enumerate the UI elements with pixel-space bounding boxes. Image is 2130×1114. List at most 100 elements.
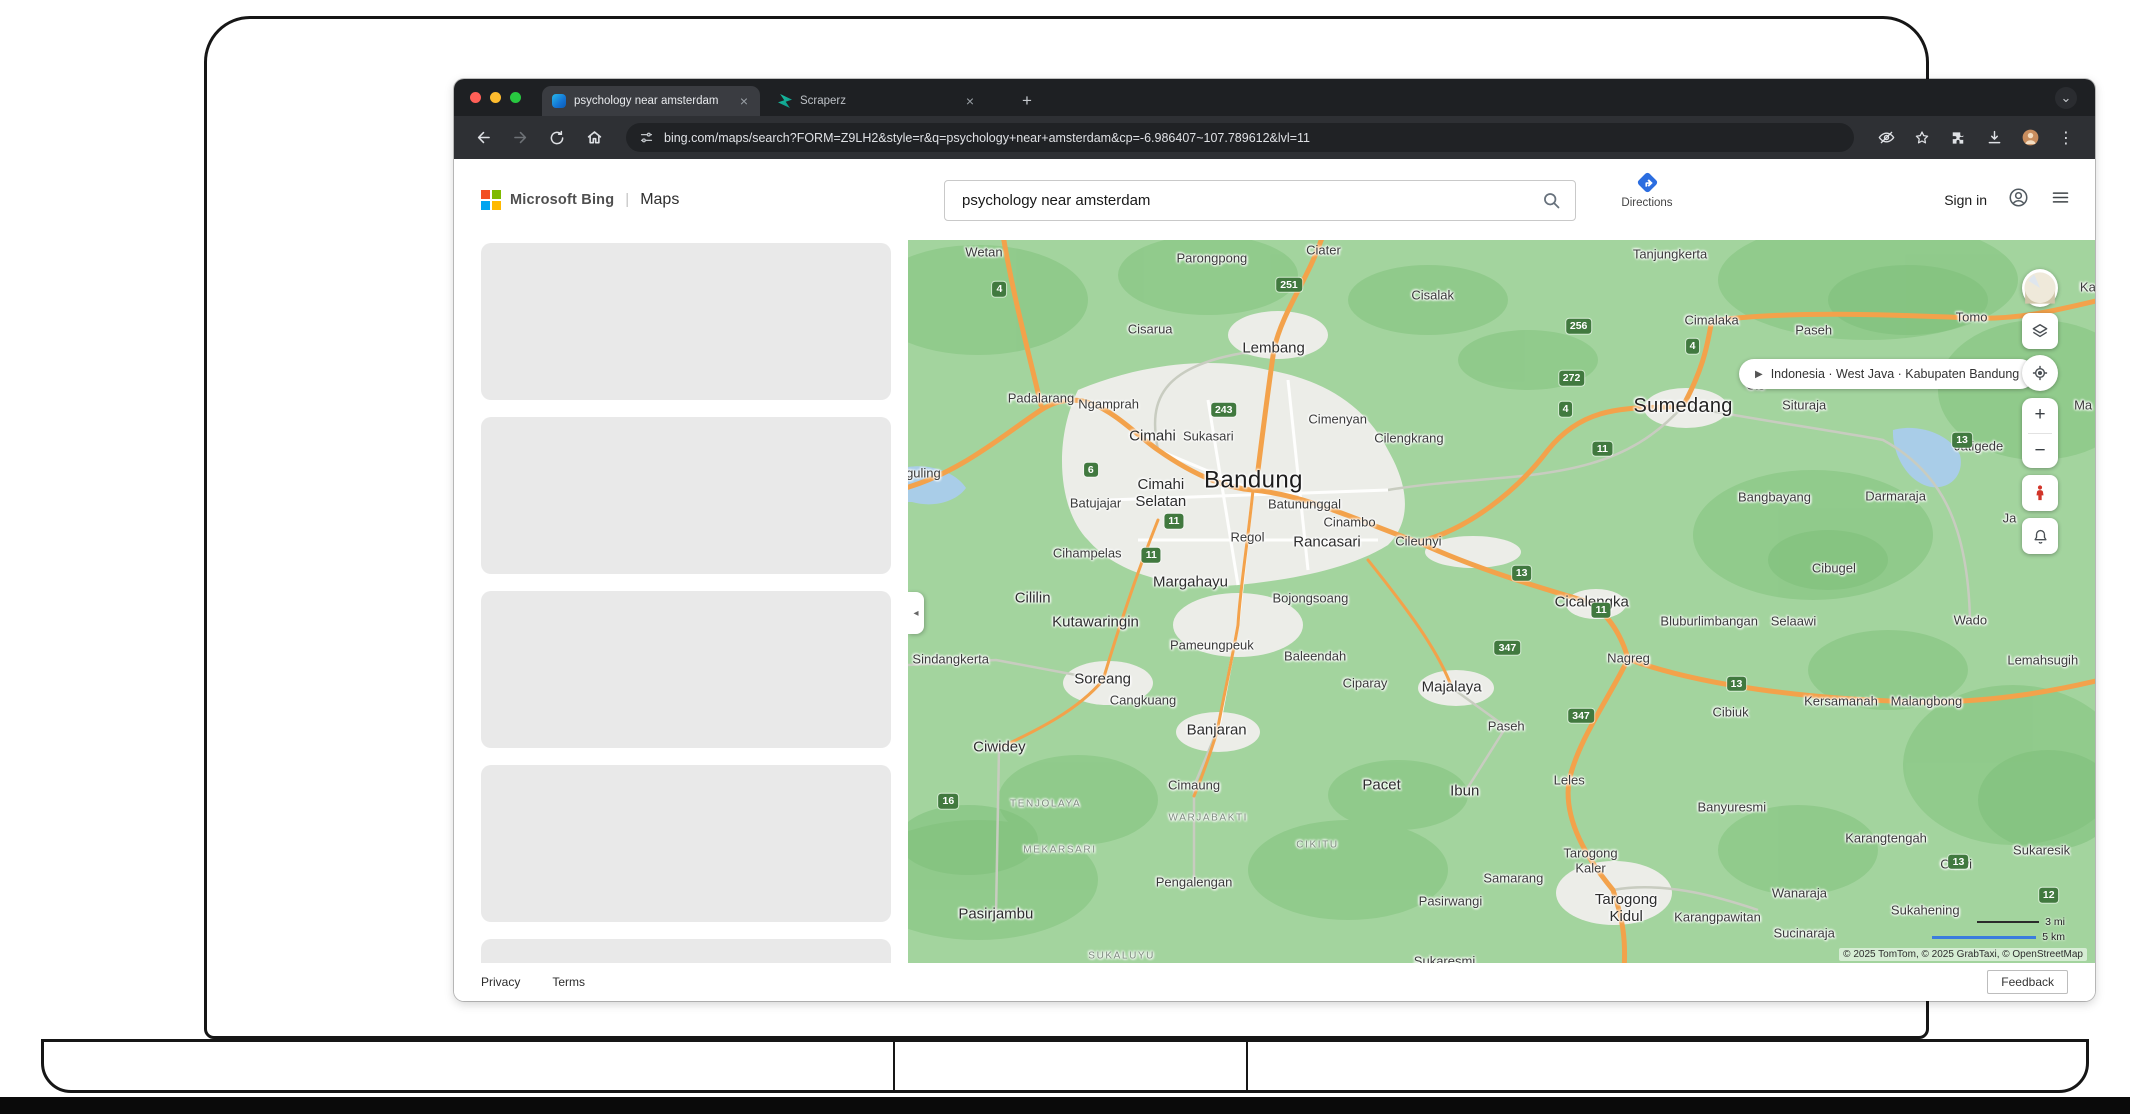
privacy-eye-icon[interactable] [1871,123,1901,153]
map-search-input[interactable] [945,192,1541,209]
back-button[interactable] [468,123,498,153]
map-label: Pasirjambu [958,907,1033,924]
profile-avatar[interactable] [2015,123,2045,153]
map-label: Parongpong [1176,252,1247,267]
map-label: Karangpawitan [1674,911,1761,926]
map-label: Lemahsugih [2007,654,2078,669]
floor-strip [0,1097,2130,1114]
map-search-box[interactable] [944,180,1576,221]
map-label: Jatigede [1954,439,2003,454]
map-label: Batununggal [1268,498,1341,513]
zoom-out-button[interactable]: − [2022,434,2058,469]
map-label: Ciater [1306,244,1341,259]
collapse-panel-button[interactable]: ◂ [908,592,924,634]
map-label: Ciwidey [973,740,1026,757]
map-canvas[interactable]: WetanParongpongCiaterTanjungkertaCisalak… [908,240,2095,963]
account-avatar-icon[interactable] [2007,186,2030,214]
map-label: Pengalengan [1156,875,1233,890]
terms-link[interactable]: Terms [552,975,585,989]
scale-line-km [1932,936,2036,939]
base-notch-left [893,1042,895,1090]
map-label: Cililin [1015,591,1051,608]
privacy-link[interactable]: Privacy [481,975,520,989]
bookmark-star-icon[interactable] [1907,123,1937,153]
breadcrumb[interactable]: ▶ Indonesia · West Java · Kabupaten Band… [1739,359,2035,389]
sign-in-link[interactable]: Sign in [1944,192,1987,208]
map-label: Regol [1230,531,1264,546]
microsoft-logo-icon [481,190,501,210]
maximize-window-button[interactable] [510,92,521,103]
close-tab-icon[interactable]: × [738,94,750,108]
minimize-window-button[interactable] [490,92,501,103]
road-shield: 4 [992,282,1006,297]
map-label: Wado [1954,614,1987,629]
brand-block[interactable]: Microsoft Bing | Maps [481,159,679,240]
close-window-button[interactable] [470,92,481,103]
downloads-icon[interactable] [1979,123,2009,153]
streetside-pegman-button[interactable] [2022,475,2058,511]
map-label: Sukasari [1183,429,1234,444]
result-placeholder-card [481,765,891,922]
locate-me-button[interactable] [2022,355,2058,391]
map-label: Cilengkrang [1374,432,1443,447]
zoom-control: + − [2022,398,2058,468]
site-settings-icon[interactable] [638,129,655,146]
map-label: Banyuresmi [1697,801,1766,816]
breadcrumb-arrow-icon: ▶ [1755,369,1763,380]
browser-tab-bar: psychology near amsterdam × Scraperz × +… [454,79,2095,116]
map-label: Ka [2080,280,2095,295]
tab-search-chevron-icon[interactable]: ⌄ [2055,87,2077,109]
road-shield: 11 [1164,514,1183,529]
directions-button[interactable]: Directions [1615,170,1679,209]
map-layers-button[interactable] [2022,313,2058,349]
map-label: Soreang [1074,672,1131,689]
map-label: Pameungpeuk [1170,639,1254,654]
search-icon[interactable] [1541,190,1562,211]
map-label: Cimahi [1129,428,1176,445]
road-shield: 13 [1727,677,1747,692]
tab-psychology-near-amsterdam[interactable]: psychology near amsterdam × [542,86,760,116]
reload-button[interactable] [542,123,572,153]
new-tab-button[interactable]: + [1015,88,1039,112]
map-label: Darmaraja [1865,489,1926,504]
road-shield: 272 [1559,371,1585,386]
forward-button[interactable] [505,123,535,153]
map-label: Padalarang [1008,392,1075,407]
map-label: Batujajar [1070,497,1121,512]
home-button[interactable] [579,123,609,153]
map-label: Sukaresik [2013,844,2070,859]
map-label: Tarogong Kidul [1595,893,1658,927]
road-shield: 4 [1559,402,1573,417]
address-bar[interactable]: bing.com/maps/search?FORM=Z9LH2&style=r&… [626,123,1854,152]
tab-scraperz[interactable]: Scraperz × [768,86,986,116]
hamburger-menu-icon[interactable] [2050,187,2071,213]
map-label: Cangkuang [1110,694,1177,709]
road-shield: 4 [1686,339,1700,354]
zoom-in-button[interactable]: + [2022,398,2058,433]
map-label: Tanjungkerta [1633,248,1707,263]
feedback-button[interactable]: Feedback [1987,970,2068,994]
map-label: Lembang [1242,341,1305,358]
close-tab-icon[interactable]: × [964,94,976,108]
results-skeleton-list [481,240,891,963]
road-shield: 13 [1952,433,1972,448]
map-label: Cimenyan [1308,413,1367,428]
road-shield: 11 [1142,548,1161,563]
map-label: Selaawi [1771,614,1817,629]
brand-divider: | [625,191,629,208]
toolbar-actions: ⋮ [1871,123,2081,153]
browser-menu-kebab-icon[interactable]: ⋮ [2051,123,2081,153]
map-alerts-button[interactable] [2022,518,2058,554]
content-area: WetanParongpongCiaterTanjungkertaCisalak… [454,240,2095,963]
maps-product-label[interactable]: Maps [640,191,679,209]
bing-maps-page: Microsoft Bing | Maps [454,159,2095,1001]
map-label: Sucinaraja [1773,927,1834,942]
birds-eye-button[interactable] [2022,269,2058,307]
extensions-puzzle-icon[interactable] [1943,123,1973,153]
map-label: TENJOLAYA [1010,798,1081,809]
map-label: Bandung [1204,467,1303,494]
road-shield: 12 [2039,888,2059,903]
map-label: Leles [1554,774,1585,789]
road-shield: 11 [1593,442,1612,457]
map-label: Nagreg [1607,651,1650,666]
